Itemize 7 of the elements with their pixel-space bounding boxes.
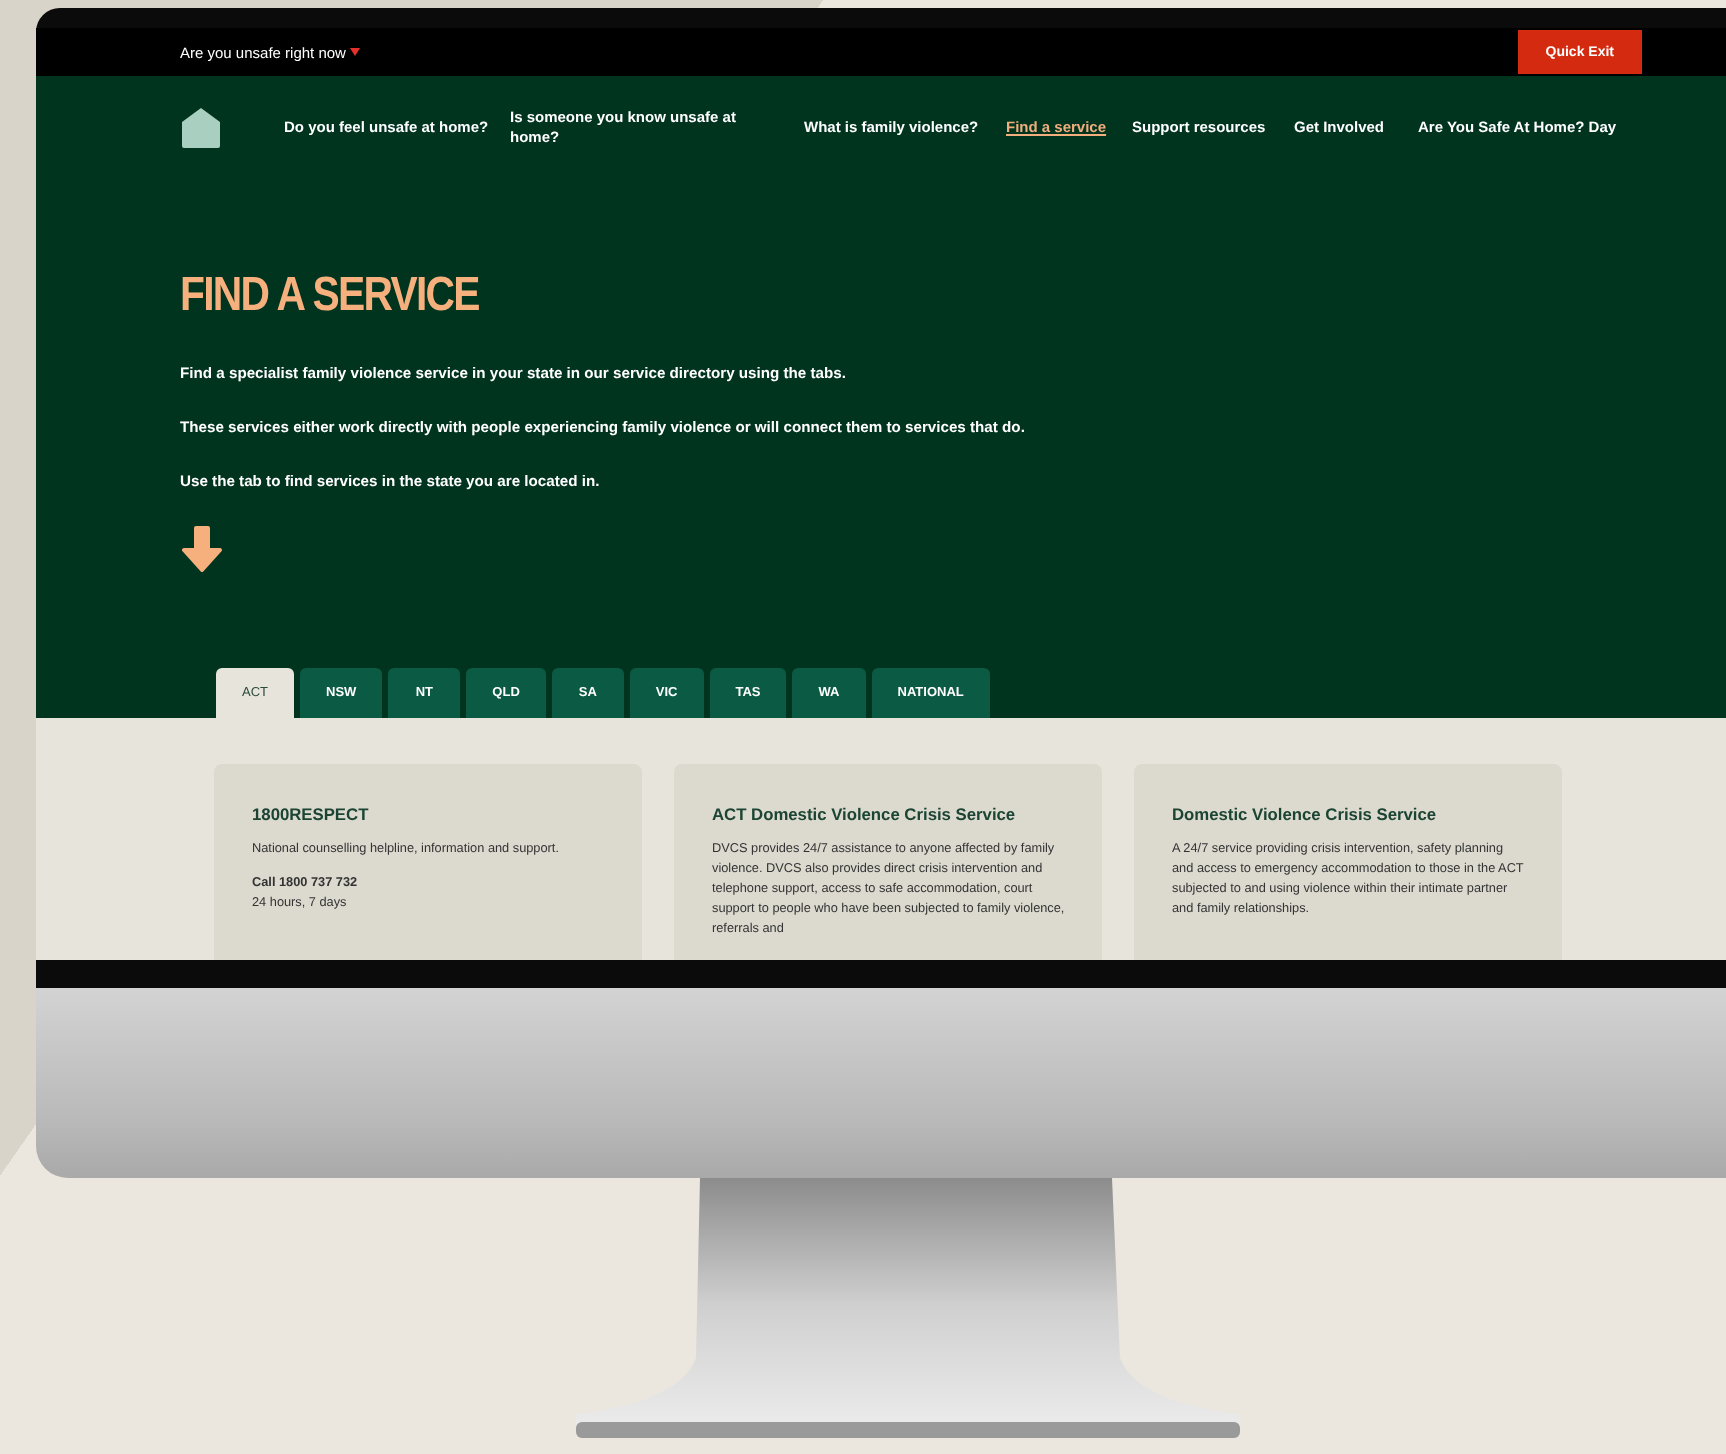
service-title: Domestic Violence Crisis Service bbox=[1172, 804, 1439, 824]
caret-down-icon bbox=[349, 48, 360, 56]
service-title: ACT Domestic Violence Crisis Service bbox=[712, 804, 1018, 824]
arrow-down-icon bbox=[180, 526, 224, 572]
service-title: 1800RESPECT bbox=[252, 804, 371, 824]
page-title: FIND A SERVICE bbox=[180, 268, 481, 324]
house-logo-icon[interactable] bbox=[180, 106, 222, 150]
